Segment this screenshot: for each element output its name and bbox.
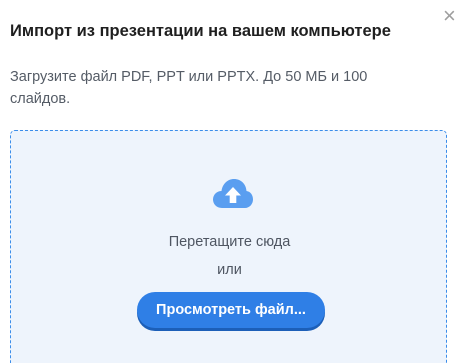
dialog-title: Импорт из презентации на вашем компьютер… [10,22,391,40]
close-icon[interactable]: × [443,5,456,27]
import-presentation-dialog: Импорт из презентации на вашем компьютер… [0,0,456,363]
or-text: или [217,262,242,278]
file-dropzone[interactable]: Перетащите сюда или Просмотреть файл... [10,130,447,363]
drag-here-text: Перетащите сюда [168,234,291,250]
cloud-upload-icon [213,179,253,208]
browse-file-button[interactable]: Просмотреть файл... [137,292,325,328]
dialog-description: Загрузите файл PDF, PPT или PPTX. До 50 … [10,69,368,107]
